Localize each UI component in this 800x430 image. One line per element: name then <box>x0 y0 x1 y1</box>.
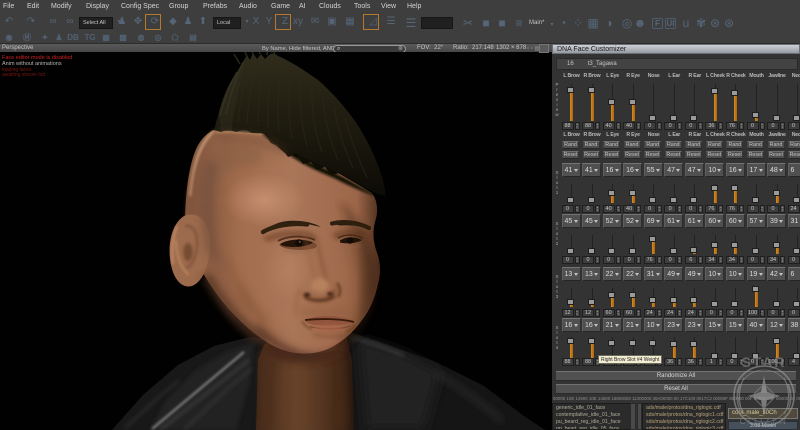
svg-text:CITIZEN: CITIZEN <box>740 417 789 426</box>
svg-text:STAR: STAR <box>741 354 786 370</box>
